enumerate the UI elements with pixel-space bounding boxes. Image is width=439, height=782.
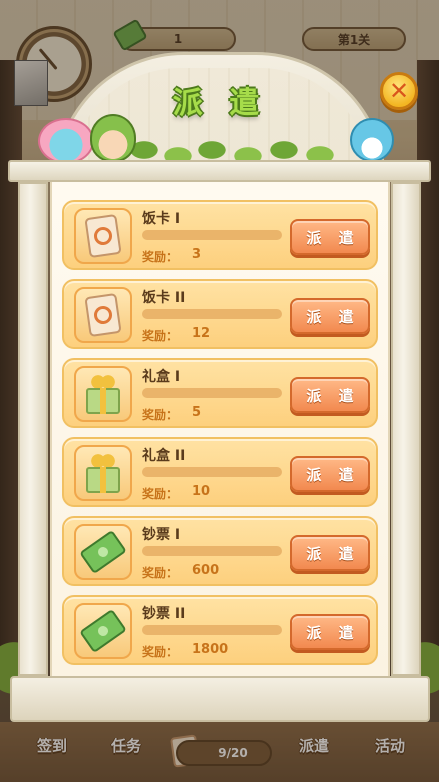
reward-label: 奖励： — [142, 566, 179, 580]
dispatch-button[interactable]: 派 遣 — [290, 535, 370, 571]
meal-card-icon — [84, 213, 122, 259]
reward-label: 奖励： — [142, 250, 179, 264]
reward-value: 10 — [192, 484, 211, 499]
reward-value: 12 — [192, 326, 211, 341]
item-name: 饭卡 I — [142, 211, 181, 227]
progress-bar — [142, 467, 282, 477]
reward-label: 奖励： — [142, 329, 179, 343]
dispatch-button[interactable]: 派 遣 — [290, 456, 370, 492]
bird-mascot-icon — [350, 118, 394, 162]
item-thumbnail — [74, 603, 132, 659]
column-left — [18, 182, 48, 676]
reward-value: 1800 — [192, 642, 229, 657]
dispatch-row: 饭卡 II 奖励： 12 派 遣 — [62, 279, 378, 349]
dispatch-button[interactable]: 派 遣 — [290, 219, 370, 255]
item-thumbnail — [74, 287, 132, 343]
dispatch-row: 钞票 I 奖励： 600 派 遣 — [62, 516, 378, 586]
progress-bar — [142, 230, 282, 240]
reward-value: 3 — [192, 247, 202, 262]
reward-label: 奖励： — [142, 645, 179, 659]
dispatch-row: 钞票 II 奖励： 1800 派 遣 — [62, 595, 378, 665]
item-name: 饭卡 II — [142, 290, 186, 306]
gift-box-icon — [84, 453, 122, 493]
green-mascot-icon — [90, 114, 136, 162]
dispatch-button[interactable]: 派 遣 — [290, 377, 370, 413]
item-thumbnail — [74, 524, 132, 580]
progress-bar — [142, 546, 282, 556]
progress-bar — [142, 388, 282, 398]
modal-title: 派 遣 — [172, 86, 268, 121]
item-thumbnail — [74, 445, 132, 501]
dispatch-row: 饭卡 I 奖励： 3 派 遣 — [62, 200, 378, 270]
meal-card-icon — [84, 292, 122, 338]
reward-label: 奖励： — [142, 487, 179, 501]
reward-value: 600 — [192, 563, 220, 578]
dispatch-button[interactable]: 派 遣 — [290, 614, 370, 650]
dispatch-row: 礼盒 I 奖励： 5 派 遣 — [62, 358, 378, 428]
dispatch-button[interactable]: 派 遣 — [290, 298, 370, 334]
dispatch-row: 礼盒 II 奖励： 10 派 遣 — [62, 437, 378, 507]
item-thumbnail — [74, 366, 132, 422]
item-name: 钞票 I — [142, 527, 181, 543]
item-name: 钞票 II — [142, 606, 186, 622]
column-right — [391, 182, 421, 676]
cash-icon — [79, 529, 127, 575]
progress-bar — [142, 309, 282, 319]
modal-base — [10, 676, 430, 722]
cash-icon — [79, 608, 127, 654]
progress-bar — [142, 625, 282, 635]
close-button[interactable]: ✕ — [380, 72, 418, 110]
close-icon: ✕ — [388, 77, 410, 105]
reward-label: 奖励： — [142, 408, 179, 422]
item-thumbnail — [74, 208, 132, 264]
item-name: 礼盒 I — [142, 369, 181, 385]
modal-ledge — [8, 160, 431, 182]
gift-box-icon — [84, 374, 122, 414]
item-name: 礼盒 II — [142, 448, 186, 464]
pink-mascot-icon — [38, 118, 94, 164]
reward-value: 5 — [192, 405, 202, 420]
